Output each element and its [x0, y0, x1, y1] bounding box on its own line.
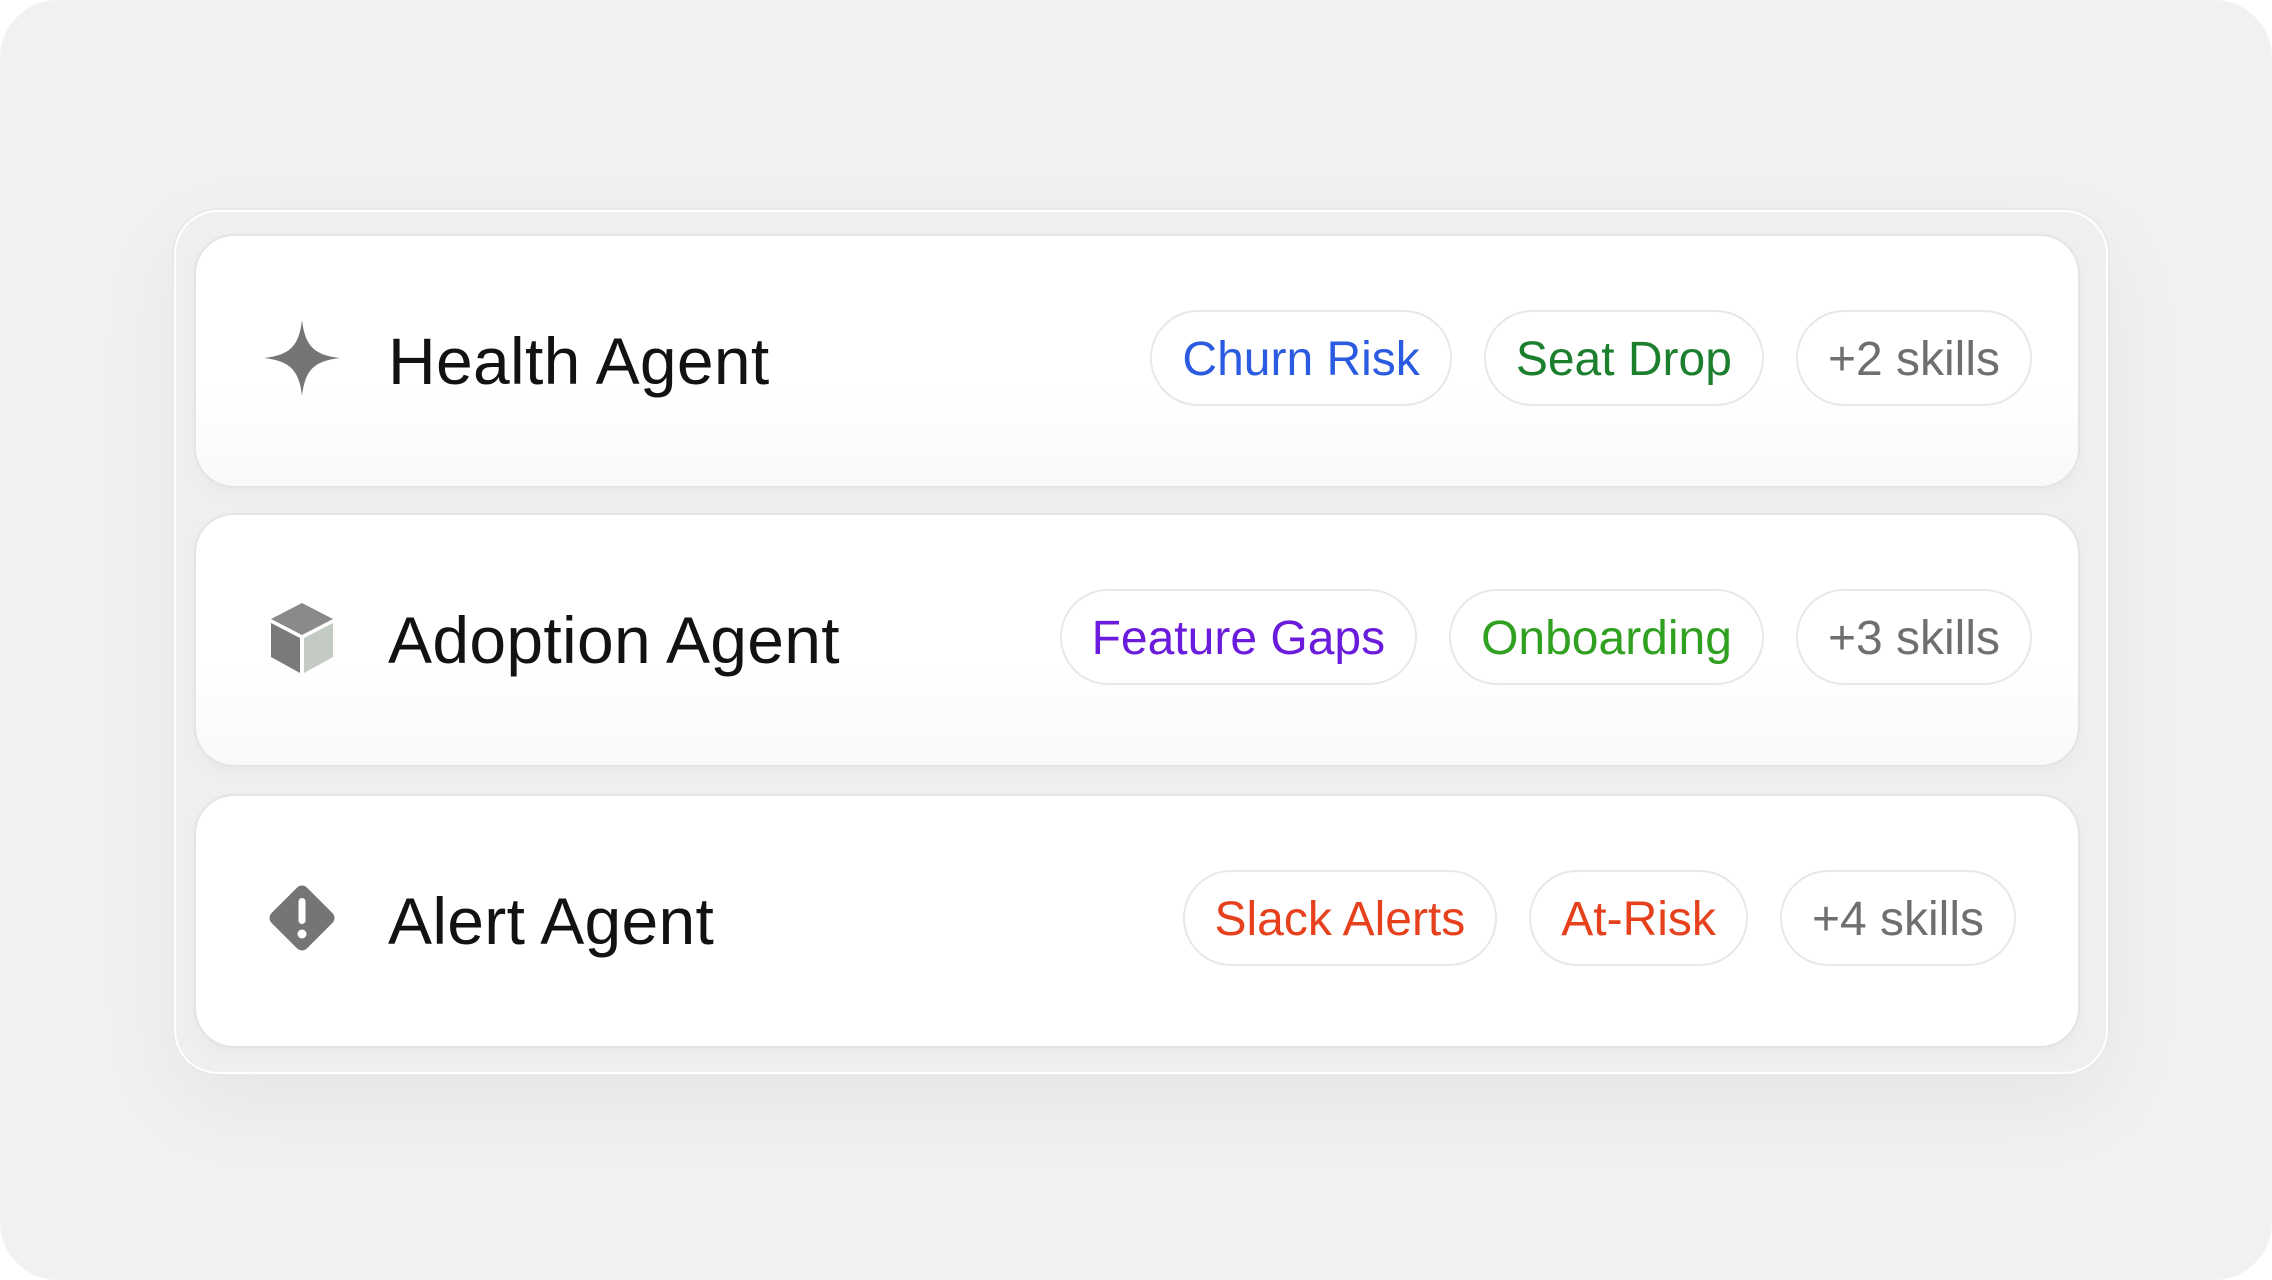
agent-card-health[interactable]: Health Agent Churn Risk Seat Drop +2 ski… [196, 236, 2078, 486]
more-skills-tag[interactable]: +4 skills [1779, 870, 2016, 966]
agent-name: Health Agent [388, 324, 770, 398]
more-skills-tag[interactable]: +3 skills [1795, 589, 2032, 685]
skill-tag[interactable]: Seat Drop [1483, 310, 1764, 406]
skill-tag[interactable]: At-Risk [1529, 870, 1748, 966]
alert-diamond-icon [260, 876, 344, 960]
more-skills-tag[interactable]: +2 skills [1795, 310, 2032, 406]
agent-card-alert[interactable]: Alert Agent Slack Alerts At-Risk +4 skil… [196, 796, 2078, 1046]
agent-name: Adoption Agent [388, 603, 840, 677]
skill-tag[interactable]: Onboarding [1449, 589, 1764, 685]
skill-tag[interactable]: Feature Gaps [1059, 589, 1418, 685]
cube-icon [260, 595, 344, 679]
agent-card-adoption[interactable]: Adoption Agent Feature Gaps Onboarding +… [196, 515, 2078, 765]
skill-tags: Slack Alerts At-Risk +4 skills [1182, 870, 2016, 966]
skill-tags: Feature Gaps Onboarding +3 skills [1059, 589, 2032, 685]
skill-tag[interactable]: Churn Risk [1150, 310, 1452, 406]
skill-tags: Churn Risk Seat Drop +2 skills [1150, 310, 2032, 406]
canvas-background: Health Agent Churn Risk Seat Drop +2 ski… [0, 0, 2272, 1280]
agent-name: Alert Agent [388, 884, 715, 958]
sparkle-icon [260, 316, 344, 400]
skill-tag[interactable]: Slack Alerts [1182, 870, 1498, 966]
